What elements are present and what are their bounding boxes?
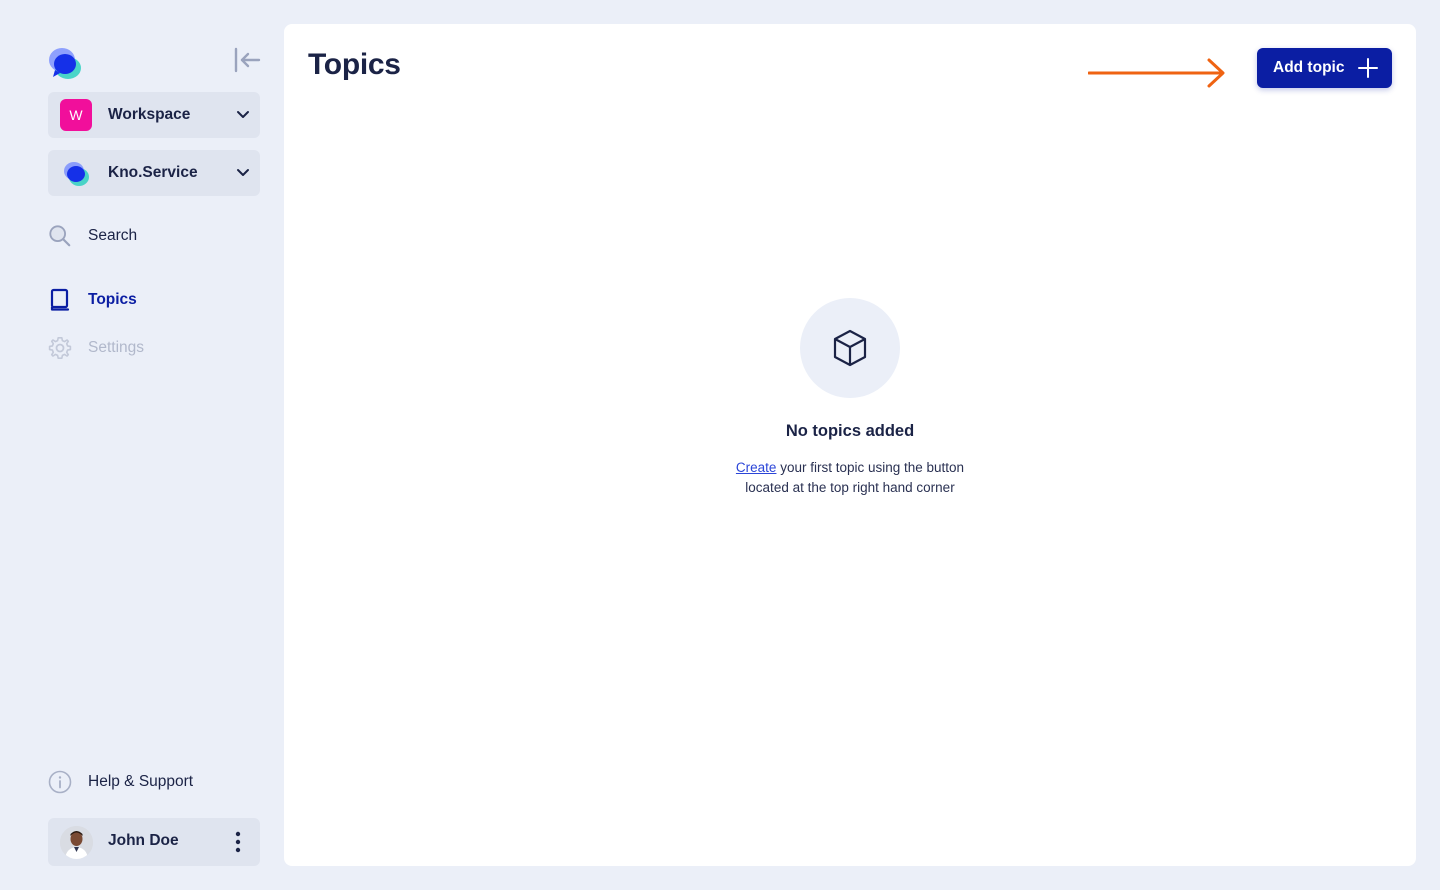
- add-topic-label: Add topic: [1273, 59, 1345, 76]
- service-logo-icon: [64, 162, 89, 186]
- search-icon: [48, 224, 72, 248]
- info-icon: [48, 770, 72, 794]
- workspace-badge: W: [60, 99, 92, 131]
- service-label: Kno.Service: [108, 164, 198, 181]
- collapse-left-icon: [234, 47, 261, 73]
- empty-state-illustration: [800, 298, 900, 398]
- empty-state-description-text: your first topic using the button locate…: [745, 460, 965, 495]
- chevron-down-icon: [237, 111, 249, 118]
- add-topic-button[interactable]: Add topic: [1257, 48, 1392, 88]
- avatar: [60, 826, 93, 859]
- chat-bubble-logo-icon[interactable]: [47, 46, 83, 82]
- chevron-down-icon: [237, 169, 249, 176]
- user-menu-button[interactable]: [228, 830, 248, 854]
- sidebar-item-label: Search: [88, 227, 138, 244]
- sidebar-item-label: Settings: [88, 339, 145, 356]
- user-account-card[interactable]: John Doe: [48, 818, 260, 866]
- create-topic-link[interactable]: Create: [736, 460, 777, 475]
- book-icon: [48, 288, 72, 312]
- main-panel: Topics Add topic No topics added Create …: [284, 24, 1416, 866]
- cube-icon: [833, 329, 867, 367]
- annotation-arrow-icon: [1088, 58, 1225, 88]
- help-support-link[interactable]: Help & Support: [48, 768, 248, 796]
- kebab-icon: [235, 831, 241, 853]
- help-support-label: Help & Support: [88, 773, 194, 790]
- sidebar-item-label: Topics: [88, 291, 137, 308]
- sidebar-item-topics[interactable]: Topics: [48, 286, 248, 314]
- service-selector[interactable]: Kno.Service: [48, 150, 260, 196]
- user-name: John Doe: [108, 832, 179, 849]
- collapse-sidebar-button[interactable]: [232, 46, 262, 74]
- sidebar: W Workspace Kno.Service Search Topics Se…: [0, 0, 284, 890]
- workspace-selector[interactable]: W Workspace: [48, 92, 260, 138]
- sidebar-item-settings[interactable]: Settings: [48, 334, 248, 362]
- empty-state-title: No topics added: [785, 422, 915, 440]
- sidebar-item-search[interactable]: Search: [48, 222, 248, 250]
- workspace-label: Workspace: [108, 106, 191, 123]
- page-title: Topics: [308, 48, 401, 81]
- gear-icon: [48, 336, 72, 360]
- empty-state-description: Create your first topic using the button…: [735, 458, 965, 498]
- plus-icon: [1358, 58, 1378, 78]
